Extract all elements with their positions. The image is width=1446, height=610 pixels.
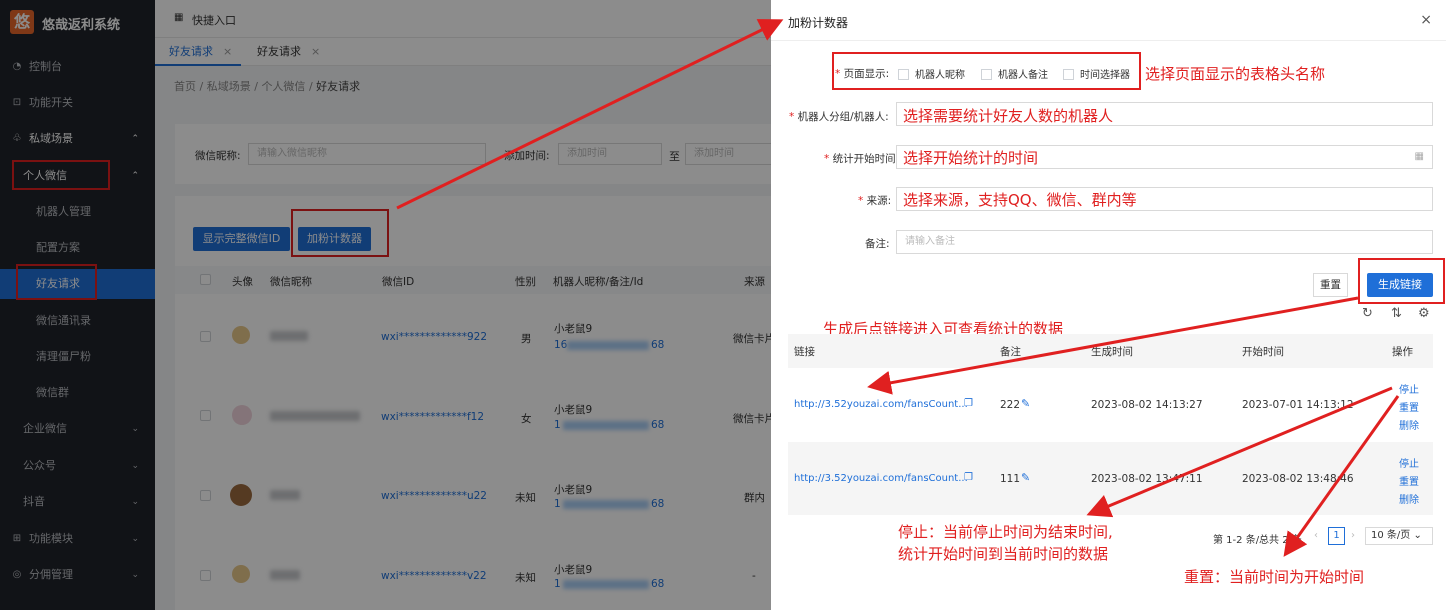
annotation-arrows (396, 19, 1400, 557)
arrow-to-drawer (396, 19, 784, 210)
arrow-to-link (867, 296, 1359, 395)
arrow-stop (1086, 386, 1393, 518)
arrow-reset (1283, 395, 1400, 557)
